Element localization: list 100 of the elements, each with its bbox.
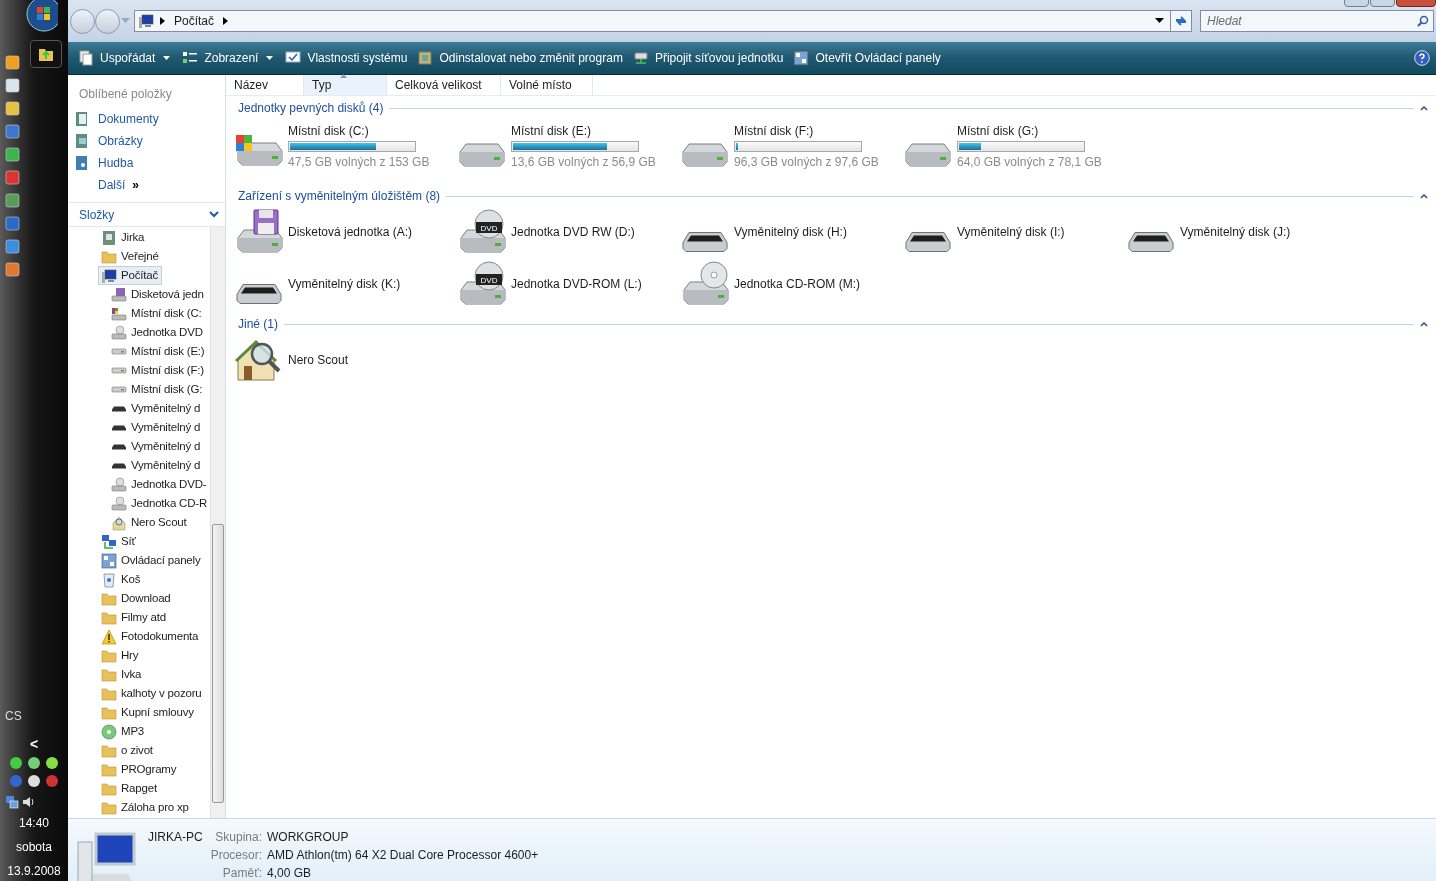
optical-drive-icon: [111, 324, 127, 341]
tree-item[interactable]: Jednotka DVD-: [108, 475, 210, 494]
drive-tile[interactable]: Místní disk (C:) 47,5 GB volných z 153 GB: [234, 118, 457, 172]
favorite-link[interactable]: Obrázky: [68, 130, 225, 152]
group-heading[interactable]: Jednotky pevných disků (4): [238, 99, 384, 117]
tree-item[interactable]: Jednotka CD-R: [108, 494, 210, 513]
favorite-link[interactable]: Dokumenty: [68, 108, 225, 130]
collapse-icon[interactable]: [1420, 321, 1428, 327]
tree-item[interactable]: Vyměnitelný d: [108, 418, 205, 437]
removable-drive-icon: [111, 424, 127, 431]
toolbar-button[interactable]: Připojit síťovou jednotku: [628, 45, 788, 71]
favorite-link[interactable]: Hudba: [68, 152, 225, 174]
tree-item[interactable]: Jirka: [98, 228, 149, 247]
program-icon[interactable]: [4, 101, 20, 116]
group-heading[interactable]: Jiné (1): [238, 315, 278, 333]
program-icon[interactable]: [4, 193, 20, 208]
column-header[interactable]: Celková velikost: [387, 75, 501, 95]
tree-item[interactable]: Místní disk (E:): [108, 342, 209, 361]
column-header[interactable]: Typ: [304, 75, 387, 95]
program-icon[interactable]: [4, 239, 20, 254]
address-bar[interactable]: Počítač: [134, 10, 1171, 32]
toolbar-button[interactable]: Uspořádat: [74, 45, 177, 71]
column-header[interactable]: Volné místo: [501, 75, 593, 95]
drive-tile[interactable]: Jednotka CD-ROM (M:): [680, 258, 903, 310]
tray-icon[interactable]: [8, 755, 24, 771]
program-icon[interactable]: [4, 124, 20, 139]
tree-item[interactable]: Nero Scout: [108, 513, 191, 532]
tree-item[interactable]: Vyměnitelný d: [108, 456, 205, 475]
drive-tile[interactable]: Vyměnitelný disk (J:): [1126, 206, 1349, 258]
speaker-icon[interactable]: [22, 795, 36, 809]
drive-tile[interactable]: Vyměnitelný disk (I:): [903, 206, 1126, 258]
breadcrumb-arrow-icon[interactable]: [223, 17, 229, 25]
tree-item[interactable]: Download: [98, 589, 175, 608]
refresh-button[interactable]: [1170, 10, 1192, 32]
search-icon[interactable]: [1417, 15, 1429, 27]
tree-item[interactable]: Vyměnitelný d: [108, 437, 205, 456]
tree-item[interactable]: Vyměnitelný d: [108, 399, 205, 418]
tree-item[interactable]: Kupní smlouvy: [98, 703, 198, 722]
program-icon[interactable]: [4, 147, 20, 162]
breadcrumb-arrow-icon[interactable]: [160, 17, 165, 25]
drive-tile[interactable]: Vyměnitelný disk (H:): [680, 206, 903, 258]
disc-icon: [101, 723, 117, 740]
tree-item[interactable]: Filmy atd: [98, 608, 170, 627]
tree-item[interactable]: Veřejné: [98, 247, 163, 266]
detail-label: Skupina:: [214, 829, 263, 846]
collapse-icon[interactable]: [1420, 105, 1428, 111]
drive-tile[interactable]: Místní disk (G:) 64,0 GB volných z 78,1 GB: [903, 118, 1126, 172]
collapse-icon[interactable]: [1420, 193, 1428, 199]
tree-item[interactable]: Síť: [98, 532, 140, 551]
taskbar-window-button[interactable]: [30, 40, 62, 68]
tree-item[interactable]: kalhoty v pozoru: [98, 684, 206, 703]
search-field[interactable]: Hledat: [1200, 10, 1434, 32]
breadcrumb-item[interactable]: Počítač: [171, 12, 218, 30]
tray-icon[interactable]: [44, 755, 60, 771]
toolbar-button[interactable]: Odinstalovat nebo změnit program: [413, 45, 627, 71]
tree-item[interactable]: Rapget: [98, 779, 161, 798]
hard-drive-icon: [111, 348, 127, 355]
free-space: 47,5 GB volných z 153 GB: [288, 153, 430, 171]
tree-item[interactable]: Záloha pro xp: [98, 798, 193, 817]
tree-item[interactable]: Místní disk (F:): [108, 361, 208, 380]
drive-name: Nero Scout: [288, 352, 349, 369]
folder-icon: [101, 590, 117, 607]
scrollbar[interactable]: [210, 227, 225, 818]
drive-name: Vyměnitelný disk (J:): [1180, 224, 1291, 241]
tree-item[interactable]: Místní disk (G:: [108, 380, 207, 399]
tree-item[interactable]: Hry: [98, 646, 143, 665]
drive-tile[interactable]: DVD Jednotka DVD RW (D:): [457, 206, 680, 258]
drive-tile[interactable]: Nero Scout: [234, 334, 457, 386]
drive-tile[interactable]: Místní disk (F:) 96,3 GB volných z 97,6 GB: [680, 118, 903, 172]
tray-icon[interactable]: [26, 773, 42, 789]
tree-item[interactable]: Ovládací panely: [98, 551, 205, 570]
dropdown-icon[interactable]: [1155, 18, 1164, 24]
toolbar-button[interactable]: Vlastnosti systému: [281, 45, 412, 71]
program-icon[interactable]: [4, 55, 20, 70]
drive-tile[interactable]: Disketová jednotka (A:): [234, 206, 457, 258]
show-more-button[interactable]: <: [29, 737, 39, 751]
program-icon[interactable]: [4, 78, 20, 93]
tree-item[interactable]: Disketová jedn: [108, 285, 208, 304]
tree-item[interactable]: Fotodokumenta: [98, 627, 203, 646]
tree-item[interactable]: Ivka: [98, 665, 146, 684]
language-indicator[interactable]: CS: [5, 707, 22, 725]
group-heading[interactable]: Zařízení s vyměnitelným úložištěm (8): [238, 187, 441, 205]
tray-icon[interactable]: [26, 755, 42, 771]
tree-item[interactable]: Místní disk (C:: [108, 304, 206, 323]
tree-item[interactable]: Počítač: [98, 266, 162, 285]
drive-tile[interactable]: DVD Jednotka DVD-ROM (L:): [457, 258, 680, 310]
drive-tile[interactable]: Vyměnitelný disk (K:): [234, 258, 457, 310]
program-icon[interactable]: [4, 262, 20, 277]
network-icon[interactable]: [5, 795, 19, 809]
toolbar-button[interactable]: Otevřít Ovládací panely: [789, 45, 945, 71]
more-link[interactable]: Další »: [68, 174, 225, 196]
tree-item[interactable]: Jednotka DVD: [108, 323, 207, 342]
folders-header[interactable]: Složky: [68, 203, 225, 227]
help-icon[interactable]: [1414, 50, 1430, 66]
tree-item[interactable]: Koš: [98, 570, 145, 589]
tree-item[interactable]: o zivot: [98, 741, 157, 760]
tree-item[interactable]: PROgramy: [98, 760, 181, 779]
tree-item[interactable]: MP3: [98, 722, 149, 741]
toolbar-button[interactable]: Zobrazení: [178, 45, 280, 71]
drive-tile[interactable]: Místní disk (E:) 13,6 GB volných z 56,9 GB: [457, 118, 680, 172]
